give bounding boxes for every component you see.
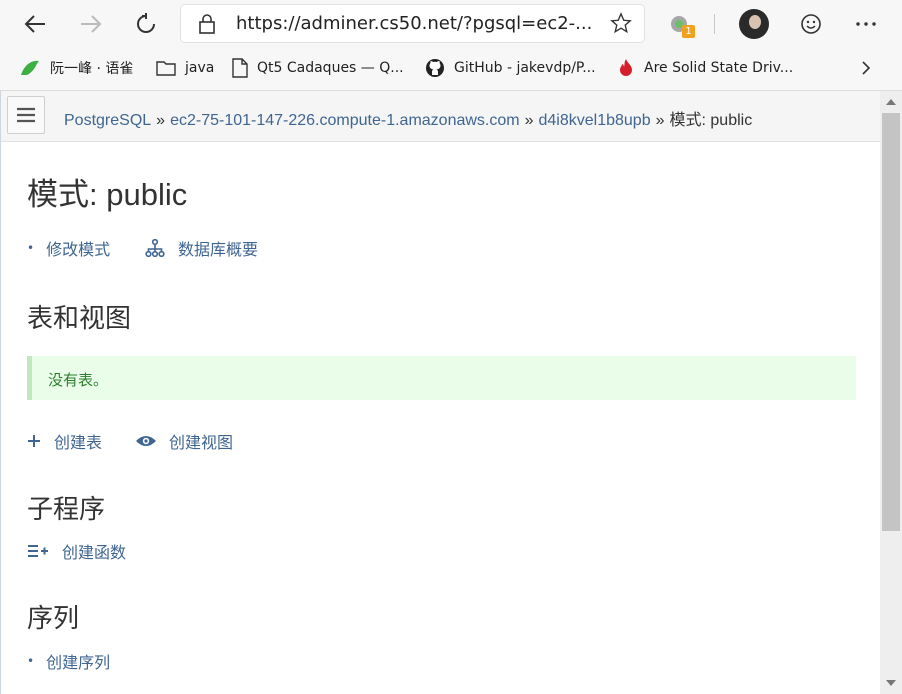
extension-button[interactable]: 1 [668,13,695,38]
bookmark-label: Are Solid State Driv... [644,60,794,76]
forward-arrow-icon [81,15,102,33]
eye-icon [136,436,156,446]
bookmark-label: 阮一峰 · 语雀 [50,61,134,77]
breadcrumb-database[interactable]: d4i8kvel1b8upb [539,112,651,129]
bookmarks-bar: 阮一峰 · 语雀 java Qt5 Cadaques — Q... GitHub… [0,48,902,88]
create-sequence-label: 创建序列 [46,653,111,672]
avatar-face [749,15,761,29]
bookmark-item[interactable]: java [156,57,214,79]
no-tables-message: 没有表。 [27,356,856,400]
bookmark-label: GitHub - jakevdp/P... [454,60,596,76]
bullet-icon: • [27,241,35,255]
folder-icon [156,61,176,76]
sequences-heading: 序列 [27,603,80,633]
browser-toolbar: https://adminer.cs50.net/?pgsql=ec2-... … [0,0,902,48]
scroll-down-arrow-icon[interactable] [886,680,896,686]
db-overview-label: 数据库概要 [178,240,259,259]
breadcrumb-separator: » [156,112,166,129]
toolbar-divider [714,14,715,34]
breadcrumb: PostgreSQL» ec2-75-101-147-226.compute-1.… [64,106,752,130]
create-view-label: 创建视图 [169,433,234,452]
menu-button[interactable] [848,6,884,42]
bookmark-item[interactable]: Are Solid State Driv... [617,57,793,79]
favorite-star-icon[interactable] [610,12,632,34]
breadcrumb-separator: » [524,112,534,129]
bookmarks-overflow-button[interactable] [860,60,872,80]
chevron-right-icon [862,61,871,75]
create-sequence-link[interactable]: • 创建序列 [27,649,110,673]
page-content: PostgreSQL» ec2-75-101-147-226.compute-1.… [0,91,881,694]
routines-heading: 子程序 [27,494,106,524]
create-table-label: 创建表 [54,433,103,452]
back-arrow-icon [24,15,45,33]
db-overview-link[interactable]: 数据库概要 [145,236,258,260]
back-button[interactable] [17,6,53,42]
github-icon [426,59,444,77]
page-icon [232,58,248,78]
url-text: https://adminer.cs50.net/?pgsql=ec2-... [236,13,593,34]
bird-icon [21,60,39,75]
browser-chrome: https://adminer.cs50.net/?pgsql=ec2-... … [0,0,902,91]
scroll-up-arrow-icon[interactable] [886,99,896,105]
more-dots-icon [856,22,876,26]
bullet-icon: • [27,654,35,668]
breadcrumb-separator: » [655,112,665,129]
feedback-button[interactable] [793,6,829,42]
plus-icon [28,435,40,447]
breadcrumb-server[interactable]: ec2-75-101-147-226.compute-1.amazonaws.c… [170,112,520,129]
bookmark-item[interactable]: 阮一峰 · 语雀 [19,57,133,79]
breadcrumb-driver[interactable]: PostgreSQL [64,112,151,129]
schema-tree-icon [145,238,165,258]
tables-heading: 表和视图 [27,303,132,333]
create-table-link[interactable]: 创建表 [27,429,102,453]
scrollbar-thumb[interactable] [882,113,900,531]
flame-icon [620,59,632,76]
alter-schema-link[interactable]: • 修改模式 [27,236,110,260]
create-view-link[interactable]: 创建视图 [135,429,233,453]
bookmark-label: Qt5 Cadaques — Q... [257,60,404,76]
refresh-button[interactable] [128,6,164,42]
bookmark-label: java [185,60,215,76]
alter-schema-label: 修改模式 [46,240,111,259]
address-bar[interactable]: https://adminer.cs50.net/?pgsql=ec2-... [181,5,644,42]
breadcrumb-current: 模式: public [669,112,753,129]
breadcrumb-bar: PostgreSQL» ec2-75-101-147-226.compute-1.… [1,91,881,142]
avatar[interactable] [739,9,769,39]
add-list-icon [28,545,48,557]
smiley-icon [801,14,821,34]
menu-toggle-button[interactable] [7,96,45,134]
vertical-scrollbar[interactable] [880,91,902,694]
create-function-link[interactable]: 创建函数 [27,539,126,563]
page-title: 模式: public [27,177,188,212]
lock-icon [199,14,215,34]
forward-button[interactable] [73,6,109,42]
create-function-label: 创建函数 [62,543,127,562]
bookmark-item[interactable]: GitHub - jakevdp/P... [425,57,596,79]
extension-badge: 1 [682,25,695,38]
no-tables-text: 没有表。 [48,371,109,389]
hamburger-icon [17,107,35,123]
refresh-icon [137,13,155,33]
bookmark-item[interactable]: Qt5 Cadaques — Q... [232,57,404,79]
